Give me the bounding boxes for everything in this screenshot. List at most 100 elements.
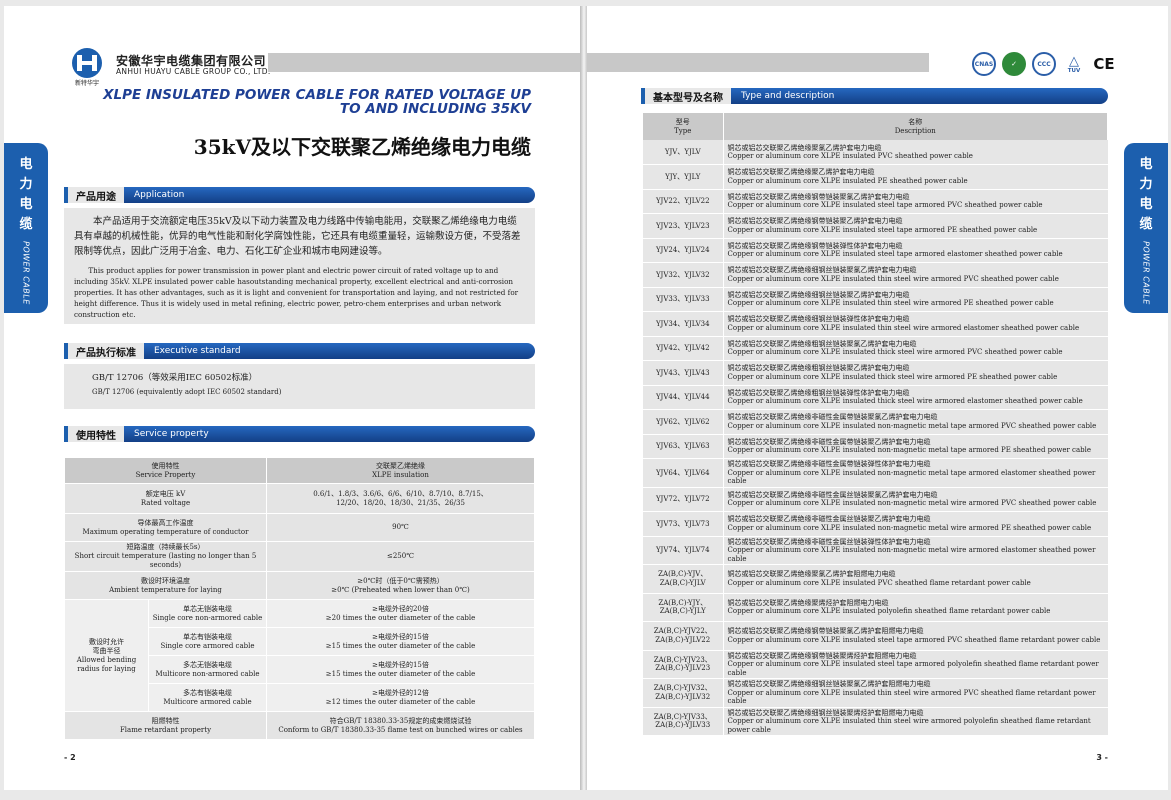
type-description: 铜芯或铝芯交联聚乙烯绝缘细钢丝铠装聚乙烯护套电力电缆 Copper or alum… (723, 287, 1108, 312)
table-row: YJV23、YJLV23 铜芯或铝芯交联聚乙烯绝缘钢带铠装聚乙烯护套电力电缆 Cop… (643, 213, 1108, 239)
table-row: YJV42、YJLV42 铜芯或铝芯交联聚乙烯绝缘粗钢丝铠装聚氯乙烯护套电力电缆 C… (643, 336, 1108, 361)
table-row: 短路温度（持续最长5s） Short circuit temperature (l… (64, 541, 535, 572)
type-description: 铜芯或铝芯交联聚乙烯绝缘细钢丝铠装聚氯乙烯护套阻燃电力电缆 Copper or a… (723, 678, 1108, 708)
table-row: YJV22、YJLV22 铜芯或铝芯交联聚乙烯绝缘钢带铠装聚氯乙烯护套电力电缆 Co… (643, 189, 1108, 214)
side-tab-right: 电力电缆 POWER CABLE (1124, 143, 1168, 313)
types-table: 型号 Type 名称 Description YJV、YJLV 铜芯或铝芯交联聚乙烯绝… (643, 113, 1108, 736)
left-page: 新特华宇 安徽华宇电缆集团有限公司 ANHUI HUAYU CABLE GROU… (4, 6, 581, 790)
type-description: 铜芯或铝芯交联聚乙烯绝缘钢带铠装聚烯烃护套阻燃电力电缆 Copper or alu… (723, 650, 1108, 679)
ccc-cert-icon: CCC (1032, 52, 1056, 76)
type-model: YJY、YJLY (643, 164, 724, 190)
types-head-model: 型号 Type (643, 113, 724, 140)
table-row: ZA(B,C)-YJV、 ZA(B,C)-YJLV 铜芯或铝芯交联聚乙烯绝缘聚氯乙烯… (643, 564, 1108, 594)
application-box: 本产品适用于交流额定电压35kV及以下动力装置及电力线路中传输电能用，交联聚乙烯… (64, 208, 535, 324)
type-model: YJV34、YJLV34 (643, 311, 724, 337)
type-description: 铜芯或铝芯交联聚乙烯绝缘聚氯乙烯护套电力电缆 Copper or aluminum… (723, 140, 1108, 165)
type-model: ZA(B,C)-YJV22、 ZA(B,C)-YJLV22 (643, 621, 724, 651)
type-description: 铜芯或铝芯交联聚乙烯绝缘非磁性金属带铠装弹性体护套电力电缆 Copper or a… (723, 458, 1108, 488)
type-description: 铜芯或铝芯交联聚乙烯绝缘非磁性金属带铠装聚氯乙烯护套电力电缆 Copper or … (723, 409, 1108, 435)
type-description: 铜芯或铝芯交联聚乙烯绝缘粗钢丝铠装弹性体护套电力电缆 Copper or alum… (723, 385, 1108, 410)
type-model: YJV23、YJLV23 (643, 213, 724, 239)
right-page: CNAS ✓ CCC △ TUV CE 基本型号及名称 Type and descr… (587, 6, 1168, 790)
table-row: 阻燃特性 Flame retardant property 符合GB/T 18380… (64, 711, 535, 740)
side-tab-left: 电力电缆 POWER CABLE (4, 143, 48, 313)
type-model: YJV63、YJLV63 (643, 434, 724, 459)
page-number-right: 3 - (1096, 753, 1108, 762)
type-model: ZA(B,C)-YJV33、 ZA(B,C)-YJLV33 (643, 707, 724, 736)
bend-label: 敷设时允许 弯曲半径 Allowed bending radius for layin… (64, 599, 149, 712)
green-cert-icon: ✓ (1002, 52, 1026, 76)
cert-logos: CNAS ✓ CCC △ TUV CE (972, 52, 1116, 76)
company-name-en: ANHUI HUAYU CABLE GROUP CO., LTD. (116, 67, 271, 76)
table-row: ZA(B,C)-YJY、 ZA(B,C)-YJLY 铜芯或铝芯交联聚乙烯绝缘聚烯烃护… (643, 593, 1108, 622)
header-bar (587, 53, 929, 72)
type-description: 铜芯或铝芯交联聚乙烯绝缘聚烯烃护套阻燃电力电缆 Copper or aluminu… (723, 593, 1108, 622)
cnas-cert-icon: CNAS (972, 52, 996, 76)
header-bar (268, 53, 581, 72)
table-row: 额定电压 kV Rated voltage 0.6/1、1.8/3、3.6/6、6/… (64, 483, 535, 514)
type-model: YJV24、YJLV24 (643, 238, 724, 263)
standard-text-en: GB/T 12706 (equivalently adopt IEC 60502… (92, 388, 282, 396)
type-model: YJV43、YJLV43 (643, 360, 724, 386)
table-row: ZA(B,C)-YJV33、 ZA(B,C)-YJLV33 铜芯或铝芯交联聚乙烯绝缘… (643, 707, 1108, 736)
table-row: YJV、YJLV 铜芯或铝芯交联聚乙烯绝缘聚氯乙烯护套电力电缆 Copper or … (643, 140, 1108, 165)
table-row: YJY、YJLY 铜芯或铝芯交联聚乙烯绝缘聚乙烯护套电力电缆 Copper or a… (643, 164, 1108, 190)
type-model: YJV32、YJLV32 (643, 262, 724, 288)
type-description: 铜芯或铝芯交联聚乙烯绝缘钢带铠装弹性体护套电力电缆 Copper or alumi… (723, 238, 1108, 263)
table-row: YJV34、YJLV34 铜芯或铝芯交联聚乙烯绝缘细钢丝铠装弹性体护套电力电缆 Co… (643, 311, 1108, 337)
table-row: ZA(B,C)-YJV32、 ZA(B,C)-YJLV32 铜芯或铝芯交联聚乙烯绝缘… (643, 678, 1108, 708)
table-row: 敷设时允许 弯曲半径 Allowed bending radius for layin… (64, 599, 535, 712)
type-model: YJV22、YJLV22 (643, 189, 724, 214)
type-model: YJV72、YJLV72 (643, 487, 724, 512)
types-header: 基本型号及名称 Type and description (641, 88, 1108, 104)
standard-text-cn: GB/T 12706（等效采用IEC 60502标准） (92, 373, 258, 383)
table-row: YJV63、YJLV63 铜芯或铝芯交联聚乙烯绝缘非磁性金属带铠装聚乙烯护套电力电… (643, 434, 1108, 459)
type-model: YJV64、YJLV64 (643, 458, 724, 488)
type-description: 铜芯或铝芯交联聚乙烯绝缘非磁性金属丝铠装弹性体护套电力电缆 Copper or a… (723, 536, 1108, 565)
type-model: ZA(B,C)-YJV、 ZA(B,C)-YJLV (643, 564, 724, 594)
table-row: ZA(B,C)-YJV23、 ZA(B,C)-YJLV23 铜芯或铝芯交联聚乙烯绝缘… (643, 650, 1108, 679)
type-description: 铜芯或铝芯交联聚乙烯绝缘粗钢丝铠装聚乙烯护套电力电缆 Copper or alum… (723, 360, 1108, 386)
type-model: ZA(B,C)-YJY、 ZA(B,C)-YJLY (643, 593, 724, 622)
table-row: 敷设时环境温度 Ambient temperature for laying ≥0℃… (64, 571, 535, 600)
types-head-name: 名称 Description (723, 113, 1108, 140)
table-row: YJV32、YJLV32 铜芯或铝芯交联聚乙烯绝缘细钢丝铠装聚氯乙烯护套电力电缆 C… (643, 262, 1108, 288)
type-model: ZA(B,C)-YJV23、 ZA(B,C)-YJLV23 (643, 650, 724, 679)
table-row: YJV62、YJLV62 铜芯或铝芯交联聚乙烯绝缘非磁性金属带铠装聚氯乙烯护套电力… (643, 409, 1108, 435)
type-description: 铜芯或铝芯交联聚乙烯绝缘非磁性金属丝铠装聚乙烯护套电力电缆 Copper or a… (723, 511, 1108, 537)
type-model: YJV73、YJLV73 (643, 511, 724, 537)
table-row: YJV33、YJLV33 铜芯或铝芯交联聚乙烯绝缘细钢丝铠装聚乙烯护套电力电缆 Co… (643, 287, 1108, 312)
type-description: 铜芯或铝芯交联聚乙烯绝缘非磁性金属带铠装聚乙烯护套电力电缆 Copper or a… (723, 434, 1108, 459)
type-model: YJV62、YJLV62 (643, 409, 724, 435)
standard-header: 产品执行标准 Executive standard (64, 343, 535, 359)
type-description: 铜芯或铝芯交联聚乙烯绝缘细钢丝铠装聚烯烃护套阻燃电力电缆 Copper or al… (723, 707, 1108, 736)
type-model: YJV33、YJLV33 (643, 287, 724, 312)
ce-cert-icon: CE (1093, 55, 1115, 73)
type-description: 铜芯或铝芯交联聚乙烯绝缘钢带铠装聚氯乙烯护套阻燃电力电缆 Copper or al… (723, 621, 1108, 651)
table-row: YJV73、YJLV73 铜芯或铝芯交联聚乙烯绝缘非磁性金属丝铠装聚乙烯护套电力电… (643, 511, 1108, 537)
tuv-cert-icon: △ TUV (1067, 53, 1081, 74)
service-header: 使用特性 Service property (64, 426, 535, 442)
type-model: YJV42、YJLV42 (643, 336, 724, 361)
table-row: YJV64、YJLV64 铜芯或铝芯交联聚乙烯绝缘非磁性金属带铠装弹性体护套电力电… (643, 458, 1108, 488)
type-model: ZA(B,C)-YJV32、 ZA(B,C)-YJLV32 (643, 678, 724, 708)
type-model: YJV44、YJLV44 (643, 385, 724, 410)
page-number-left: - 2 (64, 753, 76, 762)
service-table: 使用特性 Service Property 交联聚乙烯绝缘 XLPE insulat… (64, 457, 535, 740)
table-row: YJV24、YJLV24 铜芯或铝芯交联聚乙烯绝缘钢带铠装弹性体护套电力电缆 Cop… (643, 238, 1108, 263)
application-text-cn: 本产品适用于交流额定电压35kV及以下动力装置及电力线路中传输电能用，交联聚乙烯… (74, 216, 521, 257)
type-description: 铜芯或铝芯交联聚乙烯绝缘细钢丝铠装弹性体护套电力电缆 Copper or alum… (723, 311, 1108, 337)
title-en: XLPE INSULATED POWER CABLE FOR RATED VOL… (103, 87, 531, 117)
table-row: YJV44、YJLV44 铜芯或铝芯交联聚乙烯绝缘粗钢丝铠装弹性体护套电力电缆 Co… (643, 385, 1108, 410)
type-model: YJV74、YJLV74 (643, 536, 724, 565)
logo-text: 新特华宇 (74, 80, 99, 87)
application-header: 产品用途 Application (64, 187, 535, 203)
type-description: 铜芯或铝芯交联聚乙烯绝缘聚氯乙烯护套阻燃电力电缆 Copper or alumin… (723, 564, 1108, 594)
table-row: YJV43、YJLV43 铜芯或铝芯交联聚乙烯绝缘粗钢丝铠装聚乙烯护套电力电缆 Co… (643, 360, 1108, 386)
type-description: 铜芯或铝芯交联聚乙烯绝缘非磁性金属丝铠装聚氯乙烯护套电力电缆 Copper or … (723, 487, 1108, 512)
type-model: YJV、YJLV (643, 140, 724, 165)
type-description: 铜芯或铝芯交联聚乙烯绝缘聚乙烯护套电力电缆 Copper or aluminum … (723, 164, 1108, 190)
title-cn: 35kV及以下交联聚乙烯绝缘电力电缆 (193, 135, 531, 159)
type-description: 铜芯或铝芯交联聚乙烯绝缘钢带铠装聚乙烯护套电力电缆 Copper or alumi… (723, 213, 1108, 239)
company-logo-icon (72, 48, 102, 78)
